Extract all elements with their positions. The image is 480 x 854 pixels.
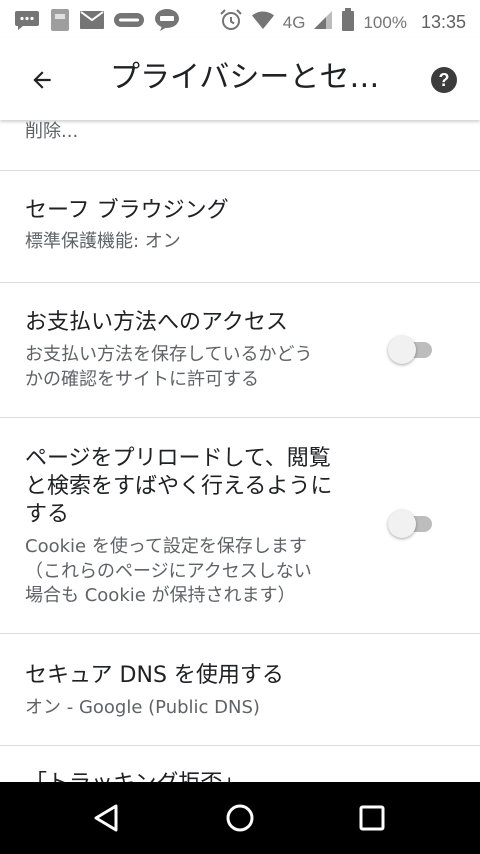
app-bar: プライバシーとセ… ? bbox=[0, 38, 480, 120]
system-status: 4G 100% 13:35 bbox=[219, 8, 466, 37]
list-item-secure-dns[interactable]: セキュア DNS を使用する オン - Google (Public DNS) bbox=[0, 634, 480, 745]
alarm-icon bbox=[219, 8, 243, 37]
nav-home-icon bbox=[226, 804, 254, 832]
preload-title-line2: と検索をすばやく行えるように bbox=[25, 474, 333, 499]
list-item-preload-pages[interactable]: ページをプリロードして、閲覧 と検索をすばやく行えるように する Cookie … bbox=[0, 418, 480, 633]
payment-access-summary-line1: お支払い方法を保存しているかどう bbox=[25, 344, 313, 365]
nav-back-icon bbox=[94, 804, 118, 832]
status-bar: 4G 100% 13:35 bbox=[0, 0, 480, 38]
nav-home-button[interactable] bbox=[218, 798, 262, 838]
toggle-thumb bbox=[388, 336, 416, 364]
preload-summary-line2: （これらのページにアクセスしない bbox=[25, 561, 312, 582]
list-item-clear-data[interactable]: 削除... bbox=[0, 120, 480, 170]
list-item-payment-access[interactable]: お支払い方法へのアクセス お支払い方法を保存しているかどう かの確認をサイトに許… bbox=[0, 283, 480, 417]
wifi-icon bbox=[251, 10, 275, 35]
line-icon bbox=[154, 8, 180, 37]
do-not-track-title: 「トラッキング拒否」 bbox=[25, 770, 244, 782]
list-item-do-not-track[interactable]: 「トラッキング拒否」 bbox=[0, 746, 480, 782]
sim-icon bbox=[50, 8, 70, 37]
watcha-icon bbox=[114, 11, 144, 34]
preload-summary-line3: 場合も Cookie が保持されます） bbox=[25, 585, 296, 606]
safe-browsing-summary: 標準保護機能: オン bbox=[25, 231, 181, 252]
network-type: 4G bbox=[282, 12, 306, 32]
clear-data-summary: 削除... bbox=[25, 121, 79, 142]
payment-access-toggle[interactable] bbox=[388, 333, 440, 367]
page-title: プライバシーとセ… bbox=[110, 60, 380, 95]
secure-dns-title: セキュア DNS を使用する bbox=[25, 663, 284, 688]
message-icon bbox=[14, 9, 40, 36]
preload-title-line3: する bbox=[25, 502, 70, 527]
preload-summary-line1: Cookie を使って設定を保存します bbox=[25, 536, 307, 557]
back-button[interactable] bbox=[22, 60, 62, 100]
signal-icon bbox=[313, 10, 333, 35]
mail-icon bbox=[80, 11, 104, 34]
notification-icons bbox=[14, 8, 180, 37]
preload-title-line1: ページをプリロードして、閲覧 bbox=[25, 446, 331, 471]
nav-recents-icon bbox=[359, 805, 385, 831]
safe-browsing-title: セーフ ブラウジング bbox=[25, 198, 229, 223]
payment-access-summary-line2: かの確認をサイトに許可する bbox=[25, 369, 259, 390]
battery-level: 100% bbox=[363, 12, 407, 32]
battery-icon bbox=[341, 8, 355, 37]
svg-text:?: ? bbox=[439, 70, 450, 90]
payment-access-title: お支払い方法へのアクセス bbox=[25, 310, 288, 335]
preload-toggle[interactable] bbox=[388, 507, 440, 541]
arrow-back-icon bbox=[33, 71, 51, 89]
nav-back-button[interactable] bbox=[84, 798, 128, 838]
clock: 13:35 bbox=[420, 12, 466, 32]
list-item-safe-browsing[interactable]: セーフ ブラウジング 標準保護機能: オン bbox=[0, 171, 480, 282]
help-icon: ? bbox=[431, 67, 457, 93]
help-button[interactable]: ? bbox=[430, 66, 458, 94]
settings-list[interactable]: 削除... セーフ ブラウジング 標準保護機能: オン お支払い方法へのアクセス… bbox=[0, 120, 480, 782]
toggle-thumb bbox=[388, 510, 416, 538]
navigation-bar bbox=[0, 782, 480, 854]
secure-dns-summary: オン - Google (Public DNS) bbox=[25, 697, 260, 718]
nav-recents-button[interactable] bbox=[350, 798, 394, 838]
